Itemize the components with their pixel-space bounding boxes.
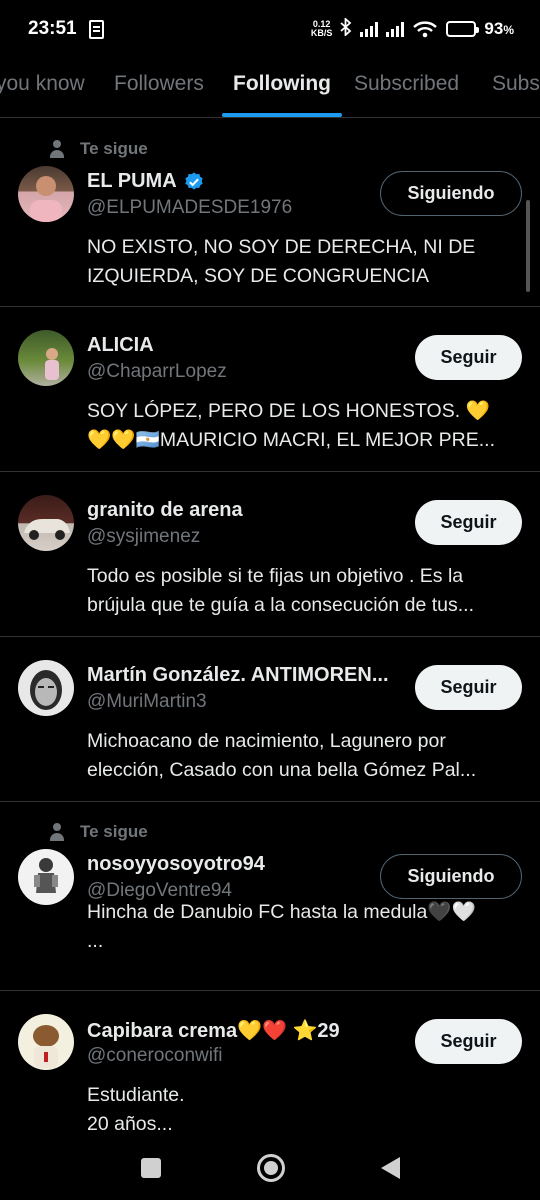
list-item[interactable]: Te sigue nosoyyosoyotro94 @DiegoVentre94… xyxy=(0,802,540,991)
user-bio: Michoacano de nacimiento, Lagunero por e… xyxy=(87,730,477,781)
display-name[interactable]: granito de arena xyxy=(87,499,243,522)
verified-badge-icon xyxy=(184,171,203,190)
user-handle: @sysjimenez xyxy=(87,526,201,547)
clock: 23:51 xyxy=(28,18,77,39)
user-bio: Hincha de Danubio FC hasta la medula🖤🤍 .… xyxy=(87,901,476,952)
list-item[interactable]: ALICIA @ChaparrLopez Seguir SOY LÓPEZ, P… xyxy=(0,307,540,472)
avatar[interactable] xyxy=(18,660,74,716)
signal-icon xyxy=(360,21,379,37)
home-circle-icon[interactable] xyxy=(256,1153,285,1182)
user-bio: NO EXISTO, NO SOY DE DERECHA, NI DE IZQU… xyxy=(87,236,476,287)
active-tab-indicator xyxy=(222,113,342,117)
avatar[interactable] xyxy=(18,1014,74,1070)
user-handle: @ELPUMADESDE1976 xyxy=(87,197,293,218)
status-icons: 0.12 KB/S 93% xyxy=(310,16,514,41)
battery-percent: 93% xyxy=(484,19,514,38)
system-nav-bar xyxy=(0,1135,540,1200)
display-name[interactable]: EL PUMA xyxy=(87,170,205,193)
follows-you-label: Te sigue xyxy=(48,139,148,159)
back-triangle-icon[interactable] xyxy=(380,1156,400,1179)
follow-button[interactable]: Seguir xyxy=(415,665,522,710)
follow-button[interactable]: Seguir xyxy=(415,500,522,545)
avatar[interactable] xyxy=(18,849,74,905)
network-speed: 0.12 KB/S xyxy=(310,19,333,38)
display-name[interactable]: ALICIA xyxy=(87,334,154,357)
battery-icon xyxy=(446,21,480,37)
following-button[interactable]: Siguiendo xyxy=(380,171,522,216)
user-bio: SOY LÓPEZ, PERO DE LOS HONESTOS. 💛 💛💛🇦🇷M… xyxy=(87,400,495,451)
avatar[interactable] xyxy=(18,495,74,551)
display-name[interactable]: nosoyyosoyotro94 xyxy=(87,853,265,876)
user-handle: @coneroconwifi xyxy=(87,1045,223,1066)
following-list: Te sigue EL PUMA @ELPUMADESDE1976 Siguie… xyxy=(0,119,540,1161)
follow-button[interactable]: Seguir xyxy=(415,1019,522,1064)
tab-following[interactable]: Following xyxy=(233,72,331,96)
wifi-icon xyxy=(412,20,438,38)
bluetooth-icon xyxy=(340,16,352,41)
recents-square-icon[interactable] xyxy=(140,1157,161,1178)
following-button[interactable]: Siguiendo xyxy=(380,854,522,899)
scrollbar[interactable] xyxy=(526,200,530,292)
avatar[interactable] xyxy=(18,166,74,222)
user-handle: @MuriMartin3 xyxy=(87,691,207,712)
tab-subscribed[interactable]: Subscribed xyxy=(354,72,459,96)
display-name[interactable]: Martín González. ANTIMOREN... xyxy=(87,664,389,687)
tab-you-know[interactable]: you know xyxy=(0,72,85,96)
follows-you-label: Te sigue xyxy=(48,822,148,842)
list-item[interactable]: granito de arena @sysjimenez Seguir Todo… xyxy=(0,472,540,637)
signal-icon xyxy=(386,21,405,37)
display-name[interactable]: Capibara crema💛❤️ ⭐29 xyxy=(87,1018,340,1043)
person-icon xyxy=(48,140,66,158)
follow-button[interactable]: Seguir xyxy=(415,335,522,380)
tab-followers[interactable]: Followers xyxy=(114,72,204,96)
tab-bar: you know Followers Following Subscribed … xyxy=(0,58,540,118)
user-handle: @ChaparrLopez xyxy=(87,361,227,382)
notes-icon xyxy=(88,19,104,39)
user-bio: Estudiante. 20 años... xyxy=(87,1084,185,1135)
person-icon xyxy=(48,823,66,841)
tab-subscriptions[interactable]: Subs xyxy=(492,72,540,96)
status-bar: 23:51 0.12 KB/S 93% xyxy=(0,0,540,58)
user-bio: Todo es posible si te fijas un objetivo … xyxy=(87,565,475,616)
list-item[interactable]: Te sigue EL PUMA @ELPUMADESDE1976 Siguie… xyxy=(0,119,540,307)
list-item[interactable]: Martín González. ANTIMOREN... @MuriMarti… xyxy=(0,637,540,802)
avatar[interactable] xyxy=(18,330,74,386)
